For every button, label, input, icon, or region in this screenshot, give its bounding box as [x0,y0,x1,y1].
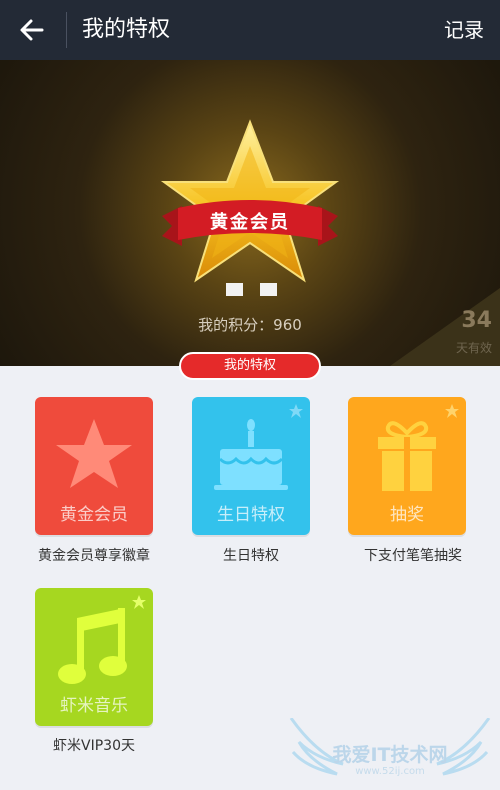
watermark-main: 我爱IT技术网 [332,744,448,766]
top-bar: 我的特权 记录 [0,0,500,60]
tile-label: 虾米音乐 [60,696,128,716]
badge-text: 黄金会员 [210,211,290,233]
section-title-pill: 我的特权 [179,352,321,380]
gold-star-badge: 黄金会员 [160,119,340,283]
back-arrow-icon[interactable] [16,14,48,46]
tile-lottery[interactable]: 抽奖 [348,397,466,535]
page-title: 我的特权 [82,17,171,42]
member-hero: 黄金会员 我的积分：960 34 天有效 [0,60,500,366]
tile-label: 生日特权 [217,505,285,525]
tile-xiami-music[interactable]: 虾米音乐 [35,588,153,726]
tile-caption: 虾米VIP30天 [53,738,135,754]
header-divider [66,12,67,48]
days-remaining-label: 天有效 [455,341,492,355]
watermark-sub: www.52ij.com [355,766,425,777]
days-remaining-number: 34 [461,308,492,333]
tile-label: 抽奖 [390,505,424,525]
tile-caption: 黄金会员尊享徽章 [38,548,150,564]
record-button[interactable]: 记录 [444,14,484,46]
tile-label: 黄金会员 [60,505,128,525]
tile-gold-member[interactable]: 黄金会员 [35,397,153,535]
masked-username [226,281,294,300]
tile-caption: 下支付笔笔抽奖 [364,548,462,564]
tile-caption: 生日特权 [223,548,279,564]
watermark: 我爱IT技术网 www.52ij.com [285,718,495,786]
tile-birthday[interactable]: 生日特权 [192,397,310,535]
